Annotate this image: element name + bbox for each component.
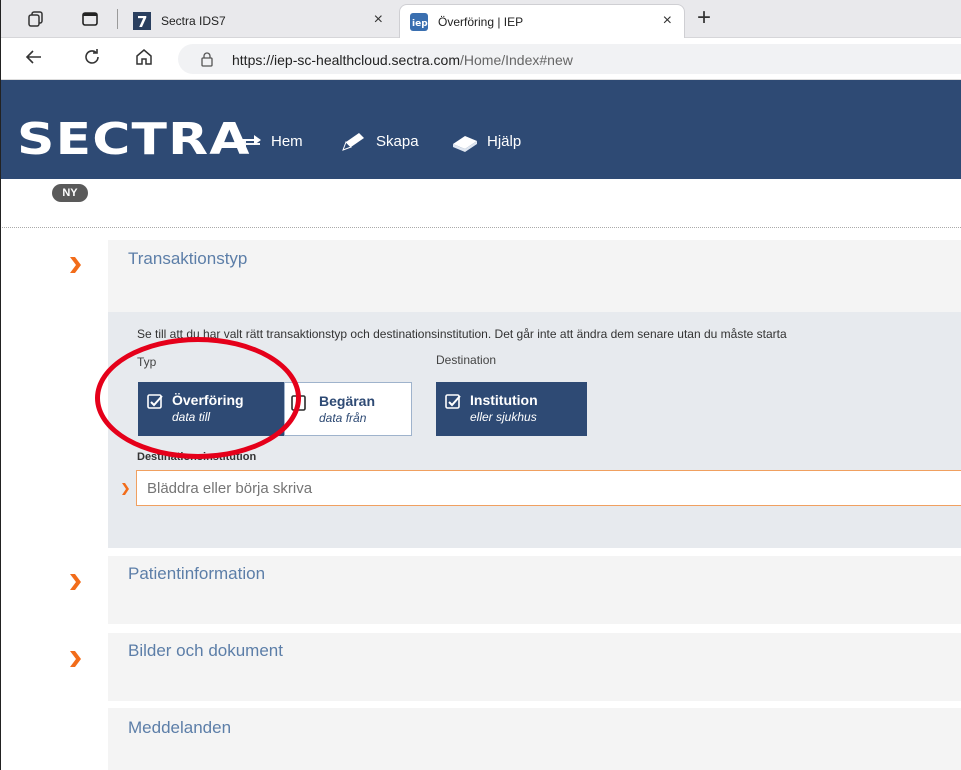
option-institution[interactable]: Institution eller sjukhus: [436, 382, 587, 436]
transfer-arrows-icon: [239, 135, 261, 150]
svg-text:7: 7: [137, 13, 147, 30]
new-tab-button[interactable]: +: [697, 6, 711, 30]
section-transaktionstyp[interactable]: Transaktionstyp: [108, 240, 961, 312]
url-host: https://iep-sc-healthcloud.sectra.com: [232, 52, 460, 68]
chevron-right-icon[interactable]: [68, 650, 82, 668]
tab-actions-icon[interactable]: [81, 10, 99, 28]
chevron-right-icon[interactable]: [68, 256, 82, 274]
ids7-favicon-icon: 7: [133, 12, 151, 31]
chevron-right-icon: [122, 483, 129, 495]
section-title: Transaktionstyp: [128, 249, 248, 268]
tab-separator: [117, 9, 118, 29]
divider: [0, 227, 961, 228]
section-bilder-och-dokument[interactable]: Bilder och dokument: [108, 633, 961, 701]
destinationsinstitution-input[interactable]: [136, 470, 961, 506]
option-subtitle: data från: [319, 411, 367, 425]
option-subtitle: eller sjukhus: [470, 410, 537, 424]
highlight-annotation-oval: [95, 337, 301, 459]
status-badge: NY: [52, 184, 88, 202]
iep-favicon-icon: iep: [410, 13, 428, 31]
close-tab-icon[interactable]: ×: [663, 12, 672, 30]
book-icon: [453, 136, 477, 153]
section-title: Meddelanden: [128, 718, 232, 737]
url-path: /Home/Index#new: [460, 52, 573, 68]
tab-title: Sectra IDS7: [161, 14, 226, 28]
chevron-right-icon[interactable]: [68, 573, 82, 591]
sectra-logo[interactable]: SECTRA: [17, 118, 251, 162]
browser-tab-strip: 7 Sectra IDS7 × iep Överföring | IEP × +: [0, 0, 961, 39]
pencil-icon: [342, 133, 364, 151]
svg-text:iep: iep: [412, 19, 428, 29]
url-field[interactable]: https://iep-sc-healthcloud.sectra.com/Ho…: [178, 44, 961, 74]
section-meddelanden[interactable]: Meddelanden: [108, 708, 961, 770]
back-icon[interactable]: [22, 47, 46, 71]
destination-label: Destination: [436, 353, 497, 367]
home-icon[interactable]: [132, 47, 156, 71]
window-edge: [0, 0, 1, 770]
tab-overforing-iep[interactable]: iep Överföring | IEP ×: [399, 4, 685, 39]
checkbox-checked-icon: [445, 394, 461, 409]
nav-hjalp[interactable]: Hjälp: [451, 131, 521, 153]
section-title: Patientinformation: [128, 564, 266, 583]
reload-icon[interactable]: [80, 47, 104, 71]
lock-icon[interactable]: [200, 51, 214, 67]
option-title: Begäran: [319, 393, 376, 409]
nav-hjalp-label: Hjälp: [487, 133, 522, 150]
option-begaran[interactable]: Begäran data från: [284, 382, 412, 436]
section-title: Bilder och dokument: [128, 641, 283, 660]
url-text: https://iep-sc-healthcloud.sectra.com/Ho…: [232, 52, 573, 68]
nav-skapa[interactable]: Skapa: [340, 131, 419, 153]
option-title: Institution: [470, 392, 538, 408]
close-tab-icon[interactable]: ×: [374, 11, 383, 29]
section-patientinformation[interactable]: Patientinformation: [108, 556, 961, 624]
nav-skapa-label: Skapa: [376, 133, 419, 150]
tab-title: Överföring | IEP: [438, 15, 524, 29]
tab-sectra-ids7[interactable]: 7 Sectra IDS7 ×: [123, 4, 395, 38]
info-text: Se till att du har valt rätt transaktion…: [137, 327, 787, 341]
nav-hem-label: Hem: [271, 133, 303, 150]
nav-hem[interactable]: Hem: [237, 131, 303, 153]
address-bar: https://iep-sc-healthcloud.sectra.com/Ho…: [0, 38, 961, 80]
workspaces-icon[interactable]: [27, 10, 45, 28]
